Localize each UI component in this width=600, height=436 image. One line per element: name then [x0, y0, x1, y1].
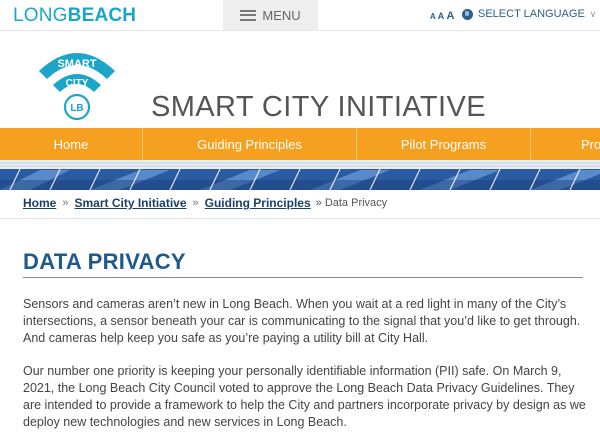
breadcrumb-separator: » [192, 197, 199, 209]
logo-text-lb: LB [70, 103, 83, 114]
menu-button[interactable]: MENU [223, 0, 318, 30]
main-nav: Home Guiding Principles Pilot Programs P… [0, 128, 600, 160]
body-paragraph: Our number one priority is keeping your … [23, 364, 586, 429]
hamburger-icon [240, 9, 257, 21]
logo-text-smart: SMART [57, 58, 96, 70]
banner-image [0, 160, 600, 190]
nav-item-pilot-programs[interactable]: Pilot Programs [357, 128, 531, 160]
breadcrumb-guiding-principles[interactable]: Guiding Principles [205, 196, 311, 210]
top-bar: LONGBEACH MENU A A A SELECT LANGUAGE ∨ [0, 0, 600, 31]
select-language-dropdown[interactable]: SELECT LANGUAGE ∨ [462, 8, 596, 20]
text-size-medium-button[interactable]: A [438, 11, 445, 21]
menu-label: MENU [262, 7, 301, 23]
text-size-controls: A A A [430, 10, 454, 22]
text-size-large-button[interactable]: A [446, 10, 454, 22]
breadcrumb-current: » Data Privacy [315, 197, 388, 209]
nav-item-guiding-principles[interactable]: Guiding Principles [143, 128, 357, 160]
breadcrumb-separator: » [62, 197, 69, 209]
page-title: DATA PRIVACY [23, 249, 186, 274]
site-title: SMART CITY INITIATIVE [151, 91, 486, 123]
nav-item-home[interactable]: Home [0, 128, 143, 160]
brand-text-long: LONG [13, 5, 68, 26]
text-size-small-button[interactable]: A [430, 12, 435, 21]
logo-text-city: CITY [66, 78, 89, 89]
smart-city-logo[interactable]: SMART CITY LB [35, 41, 119, 125]
title-divider [23, 277, 583, 278]
chevron-down-icon: ∨ [589, 8, 597, 19]
breadcrumb-smart-city-initiative[interactable]: Smart City Initiative [74, 196, 186, 210]
globe-icon [462, 8, 473, 20]
breadcrumb-divider [0, 218, 600, 219]
language-label: SELECT LANGUAGE [478, 8, 585, 20]
nav-item-pro[interactable]: Pro [531, 128, 600, 160]
site-header: SMART CITY LB SMART CITY INITIATIVE [0, 31, 600, 129]
breadcrumb-home[interactable]: Home [23, 196, 56, 210]
breadcrumb: Home » Smart City Initiative » Guiding P… [23, 196, 387, 210]
long-beach-logo-link[interactable]: LONGBEACH [13, 5, 136, 27]
brand-text-beach: BEACH [67, 5, 137, 26]
body-paragraph: Sensors and cameras aren’t new in Long B… [23, 297, 581, 345]
